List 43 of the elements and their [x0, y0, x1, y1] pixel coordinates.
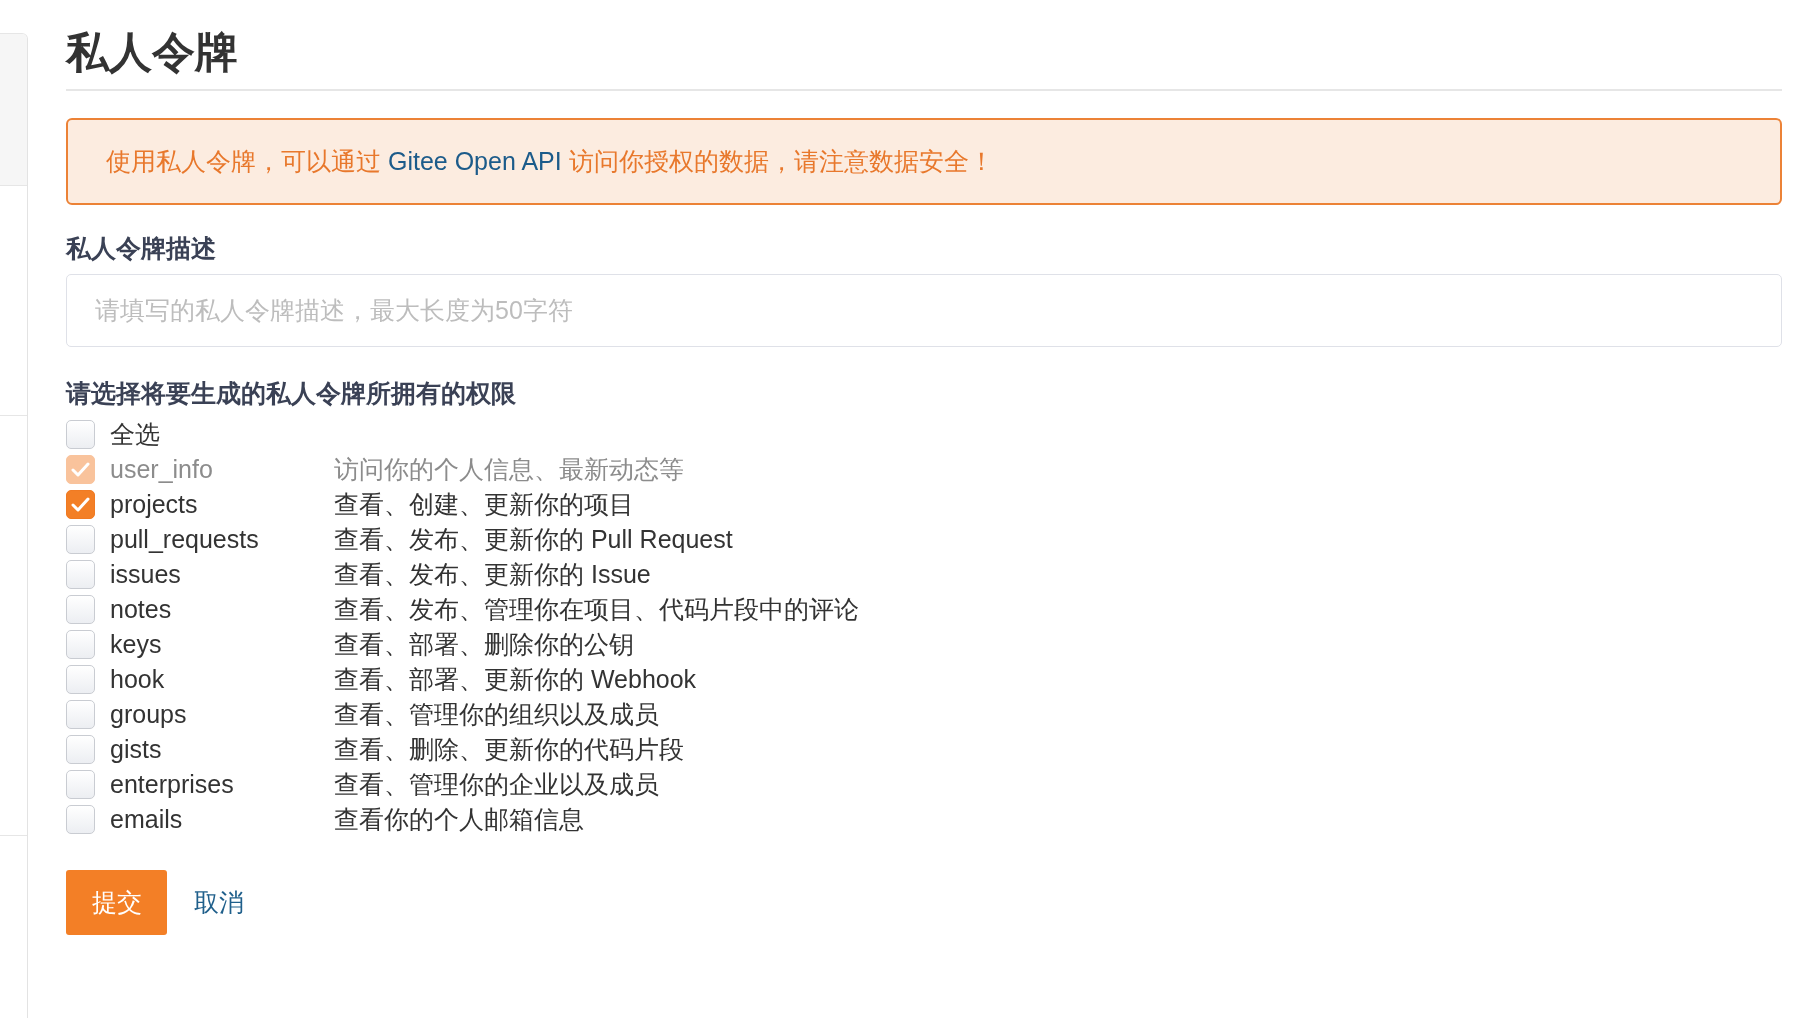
checkbox[interactable]	[66, 805, 95, 834]
scope-name: issues	[110, 559, 181, 590]
scope-description: 查看你的个人邮箱信息	[334, 804, 584, 835]
scope-name: enterprises	[110, 769, 234, 800]
checkbox[interactable]	[66, 700, 95, 729]
check-icon	[71, 497, 90, 512]
scope-description: 查看、部署、删除你的公钥	[334, 629, 634, 660]
scope-description: 查看、发布、更新你的 Issue	[334, 559, 651, 590]
scope-name: user_info	[110, 454, 213, 485]
checkbox[interactable]	[66, 665, 95, 694]
description-input[interactable]: 请填写的私人令牌描述，最大长度为50字符	[66, 274, 1782, 347]
scope-name: emails	[110, 804, 183, 835]
scope-description: 查看、发布、管理你在项目、代码片段中的评论	[334, 594, 859, 625]
field-label: 请选择将要生成的私人令牌所拥有的权限	[66, 378, 516, 408]
scope-name: keys	[110, 629, 162, 660]
cancel-link[interactable]: 取消	[194, 886, 244, 919]
scope-name: hook	[110, 664, 165, 695]
scope-name: groups	[110, 699, 187, 730]
checkbox[interactable]	[66, 560, 95, 589]
scope-description: 访问你的个人信息、最新动态等	[334, 454, 684, 485]
scope-description: 查看、创建、更新你的项目	[334, 489, 634, 520]
check-icon	[71, 462, 90, 477]
scope-description: 查看、删除、更新你的代码片段	[334, 734, 684, 765]
checkbox[interactable]	[66, 525, 95, 554]
page-title: 私人令牌	[66, 27, 239, 78]
checkbox[interactable]	[66, 735, 95, 764]
scope-name: pull_requests	[110, 524, 259, 555]
notice-text: 使用私人令牌，可以通过 Gitee Open API 访问你授权的数据，请注意数据安全！	[106, 146, 994, 177]
scope-name: projects	[110, 489, 198, 520]
scope-description: 查看、管理你的企业以及成员	[334, 769, 659, 800]
checkbox[interactable]	[66, 770, 95, 799]
field-label: 私人令牌描述	[66, 233, 216, 263]
scope-description: 查看、部署、更新你的 Webhook	[334, 664, 697, 695]
checkbox[interactable]	[66, 595, 95, 624]
checkbox-label: 全选	[110, 419, 160, 450]
scope-description: 查看、发布、更新你的 Pull Request	[334, 524, 733, 555]
scope-name: notes	[110, 594, 172, 625]
checkbox[interactable]	[66, 420, 95, 449]
api-link[interactable]: Gitee Open API	[387, 147, 562, 175]
checkbox[interactable]	[66, 630, 95, 659]
scope-description: 查看、管理你的组织以及成员	[334, 699, 659, 730]
scope-name: gists	[110, 734, 162, 765]
checkbox[interactable]	[66, 490, 95, 519]
